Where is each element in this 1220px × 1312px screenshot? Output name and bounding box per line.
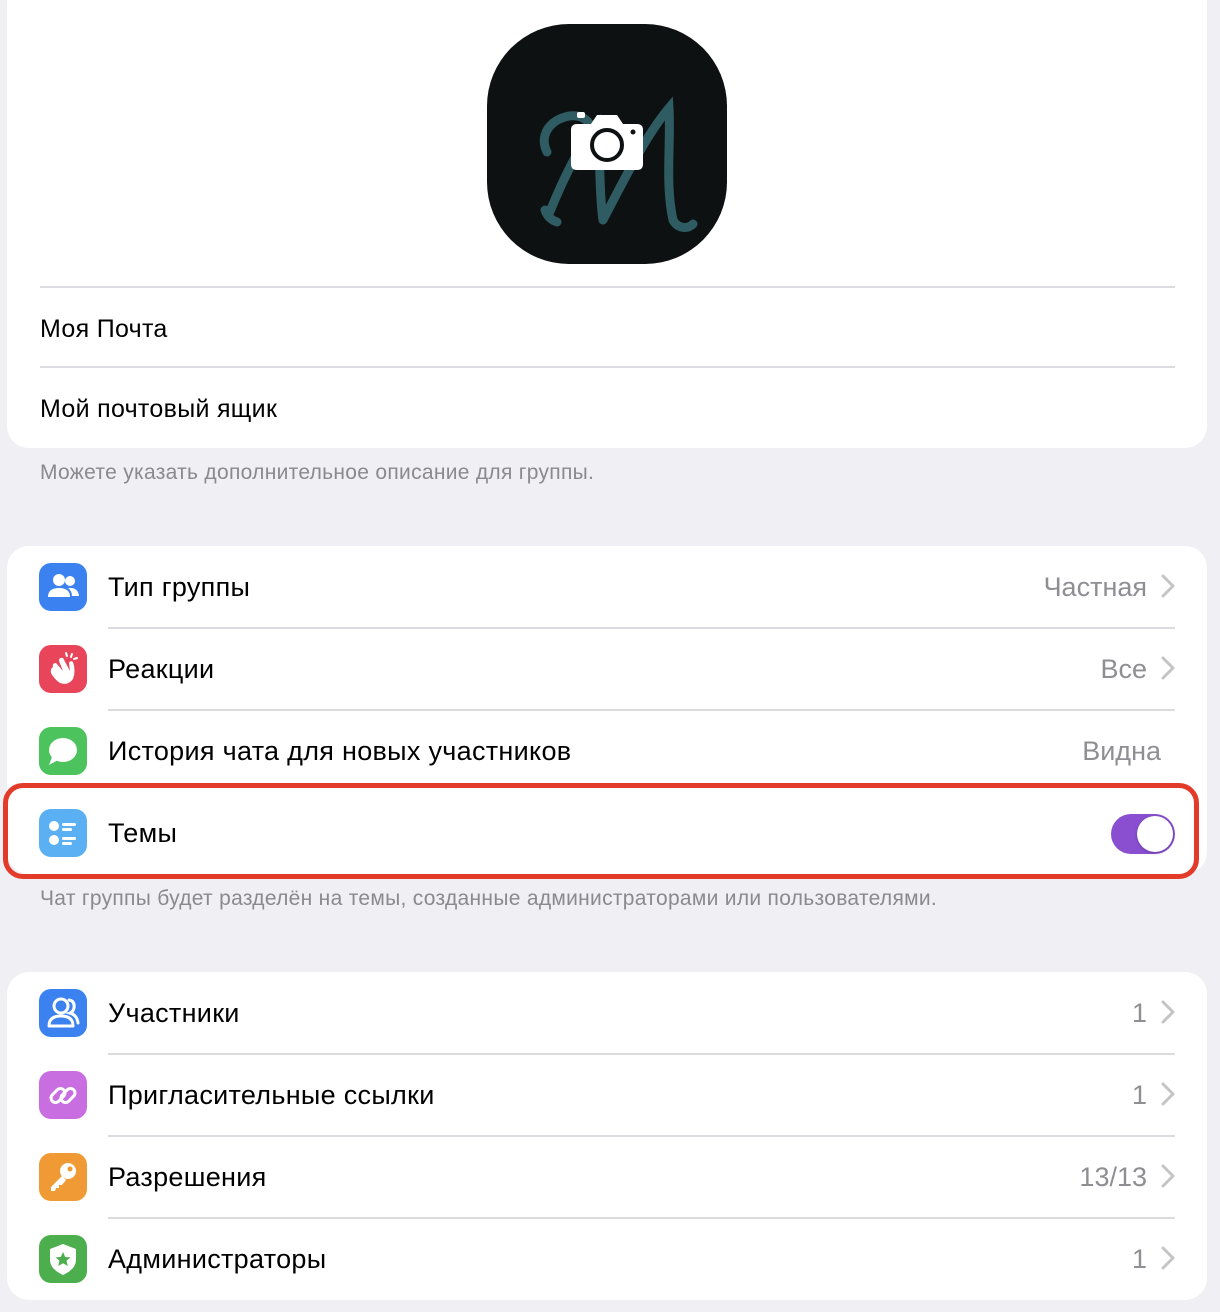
administrators-row[interactable]: Администраторы 1	[7, 1218, 1207, 1300]
chevron-right-icon	[1161, 1164, 1175, 1188]
chat-history-label: История чата для новых участников	[108, 736, 572, 766]
members-row[interactable]: Участники 1	[7, 972, 1207, 1054]
group-type-value: Частная	[1043, 572, 1147, 602]
permissions-count: 13/13	[1079, 1162, 1147, 1192]
separator	[40, 286, 1175, 288]
group-info-card: Моя Почта Мой почтовый ящик	[7, 0, 1207, 448]
group-type-row[interactable]: Тип группы Частная	[7, 546, 1207, 628]
reactions-value: Все	[1100, 654, 1147, 684]
clapping-hands-icon	[39, 645, 87, 693]
link-icon	[39, 1071, 87, 1119]
members-count: 1	[1131, 998, 1147, 1028]
camera-icon[interactable]	[569, 110, 645, 172]
chevron-right-icon	[1161, 574, 1175, 598]
separator	[40, 366, 1175, 368]
chevron-right-icon	[1161, 1246, 1175, 1270]
description-hint: Можете указать дополнительное описание д…	[40, 461, 595, 484]
permissions-row[interactable]: Разрешения 13/13	[7, 1136, 1207, 1218]
chat-history-value: Видна	[1082, 736, 1161, 766]
group-type-label: Тип группы	[108, 572, 251, 602]
invite-links-label: Пригласительные ссылки	[108, 1080, 435, 1110]
invite-links-row[interactable]: Пригласительные ссылки 1	[7, 1054, 1207, 1136]
people-icon	[39, 563, 87, 611]
members-icon	[39, 989, 87, 1037]
permissions-label: Разрешения	[108, 1162, 267, 1192]
group-avatar[interactable]	[487, 24, 727, 264]
key-icon	[39, 1153, 87, 1201]
group-name-field[interactable]: Моя Почта	[40, 314, 168, 344]
group-members-card: Участники 1 Пригласительные ссылки 1 Раз…	[7, 972, 1207, 1300]
chevron-right-icon	[1161, 1082, 1175, 1106]
administrators-count: 1	[1131, 1244, 1147, 1274]
administrators-label: Администраторы	[108, 1244, 327, 1274]
topics-highlight-frame	[3, 783, 1199, 879]
invite-links-count: 1	[1131, 1080, 1147, 1110]
topics-hint: Чат группы будет разделён на темы, созда…	[40, 887, 938, 910]
reactions-row[interactable]: Реакции Все	[7, 628, 1207, 710]
chat-history-row[interactable]: История чата для новых участников Видна	[7, 710, 1207, 792]
reactions-label: Реакции	[108, 654, 215, 684]
admin-badge-icon	[39, 1235, 87, 1283]
chat-bubble-icon	[39, 727, 87, 775]
chevron-right-icon	[1161, 1000, 1175, 1024]
group-description-field[interactable]: Мой почтовый ящик	[40, 394, 277, 424]
members-label: Участники	[108, 998, 240, 1028]
chevron-right-icon	[1161, 656, 1175, 680]
